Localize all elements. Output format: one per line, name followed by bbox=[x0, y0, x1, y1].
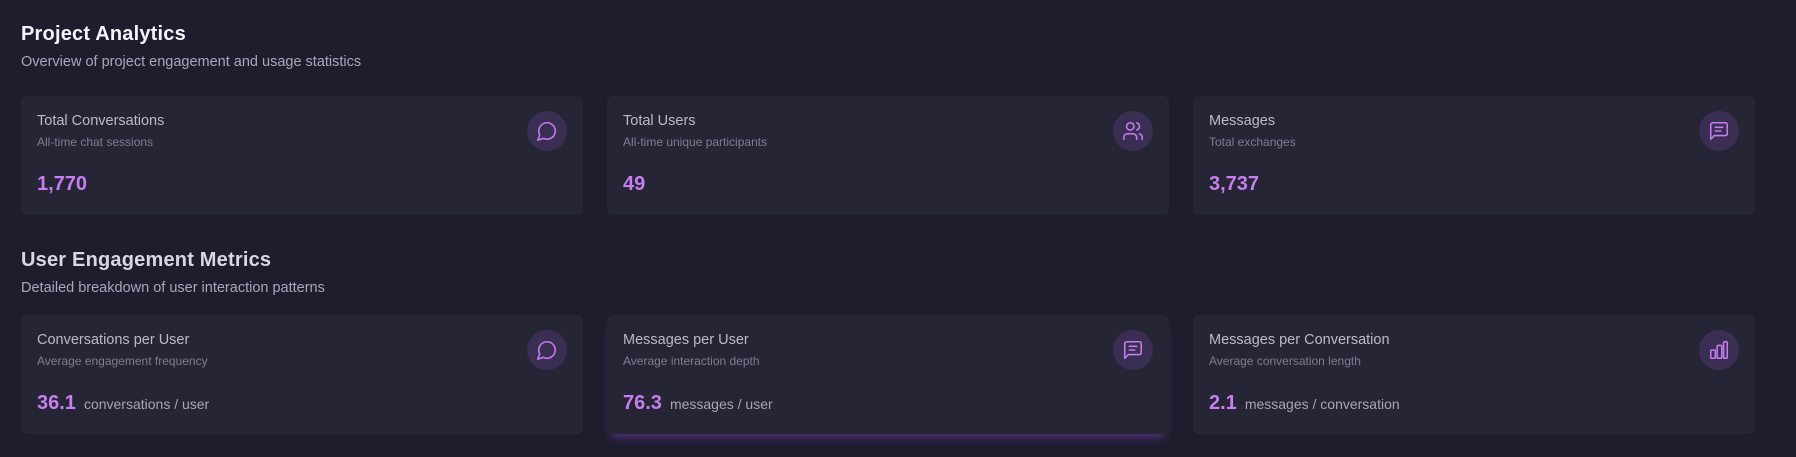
card-title: Messages bbox=[1209, 113, 1276, 129]
card-value-row: 1,770 bbox=[37, 173, 87, 196]
card-subtitle: All-time unique participants bbox=[623, 135, 768, 149]
message-square-icon bbox=[1699, 111, 1739, 151]
messages-per-conversation-card: Messages per Conversation Average conver… bbox=[1193, 315, 1755, 434]
card-title: Messages per Conversation bbox=[1209, 332, 1390, 348]
card-title: Total Users bbox=[623, 113, 696, 129]
conversations-per-user-card: Conversations per User Average engagemen… bbox=[21, 315, 583, 434]
analytics-cards: Total Conversations All-time chat sessio… bbox=[21, 96, 1755, 215]
card-value-row: 2.1 messages / conversation bbox=[1209, 392, 1400, 415]
card-subtitle: Average engagement frequency bbox=[37, 354, 208, 368]
card-unit: messages / user bbox=[669, 396, 773, 412]
total-users-card: Total Users All-time unique participants… bbox=[607, 96, 1169, 215]
message-square-icon bbox=[1113, 330, 1153, 370]
bar-chart-icon bbox=[1699, 330, 1739, 370]
card-value: 36.1 bbox=[37, 392, 76, 414]
card-value-row: 3,737 bbox=[1209, 173, 1259, 196]
card-value: 49 bbox=[623, 173, 646, 195]
card-title: Messages per User bbox=[623, 332, 749, 348]
card-subtitle: Total exchanges bbox=[1209, 135, 1296, 149]
section-subtitle: Detailed breakdown of user interaction p… bbox=[21, 280, 325, 296]
card-value: 1,770 bbox=[37, 173, 88, 195]
messages-per-user-card: Messages per User Average interaction de… bbox=[607, 315, 1169, 434]
card-value-row: 49 bbox=[623, 173, 645, 196]
card-title: Conversations per User bbox=[37, 332, 190, 348]
project-analytics-header: Project Analytics Overview of project en… bbox=[21, 23, 361, 70]
section-subtitle: Overview of project engagement and usage… bbox=[21, 54, 362, 70]
card-unit: messages / conversation bbox=[1244, 396, 1400, 412]
card-value-row: 76.3 messages / user bbox=[623, 392, 773, 415]
engagement-cards: Conversations per User Average engagemen… bbox=[21, 315, 1755, 434]
card-value: 76.3 bbox=[623, 392, 662, 414]
section-title: User Engagement Metrics bbox=[21, 249, 272, 271]
card-unit: conversations / user bbox=[83, 396, 210, 412]
analytics-page: Project Analytics Overview of project en… bbox=[0, 0, 1796, 457]
total-conversations-card: Total Conversations All-time chat sessio… bbox=[21, 96, 583, 215]
chat-bubble-icon bbox=[527, 111, 567, 151]
engagement-header: User Engagement Metrics Detailed breakdo… bbox=[21, 249, 325, 296]
card-subtitle: Average conversation length bbox=[1209, 354, 1361, 368]
card-value: 2.1 bbox=[1209, 392, 1237, 414]
messages-card: Messages Total exchanges 3,737 bbox=[1193, 96, 1755, 215]
section-title: Project Analytics bbox=[21, 23, 186, 45]
card-subtitle: All-time chat sessions bbox=[37, 135, 154, 149]
card-title: Total Conversations bbox=[37, 113, 165, 129]
card-value: 3,737 bbox=[1209, 173, 1260, 195]
chat-bubble-icon bbox=[527, 330, 567, 370]
users-icon bbox=[1113, 111, 1153, 151]
card-value-row: 36.1 conversations / user bbox=[37, 392, 209, 415]
card-subtitle: Average interaction depth bbox=[623, 354, 760, 368]
